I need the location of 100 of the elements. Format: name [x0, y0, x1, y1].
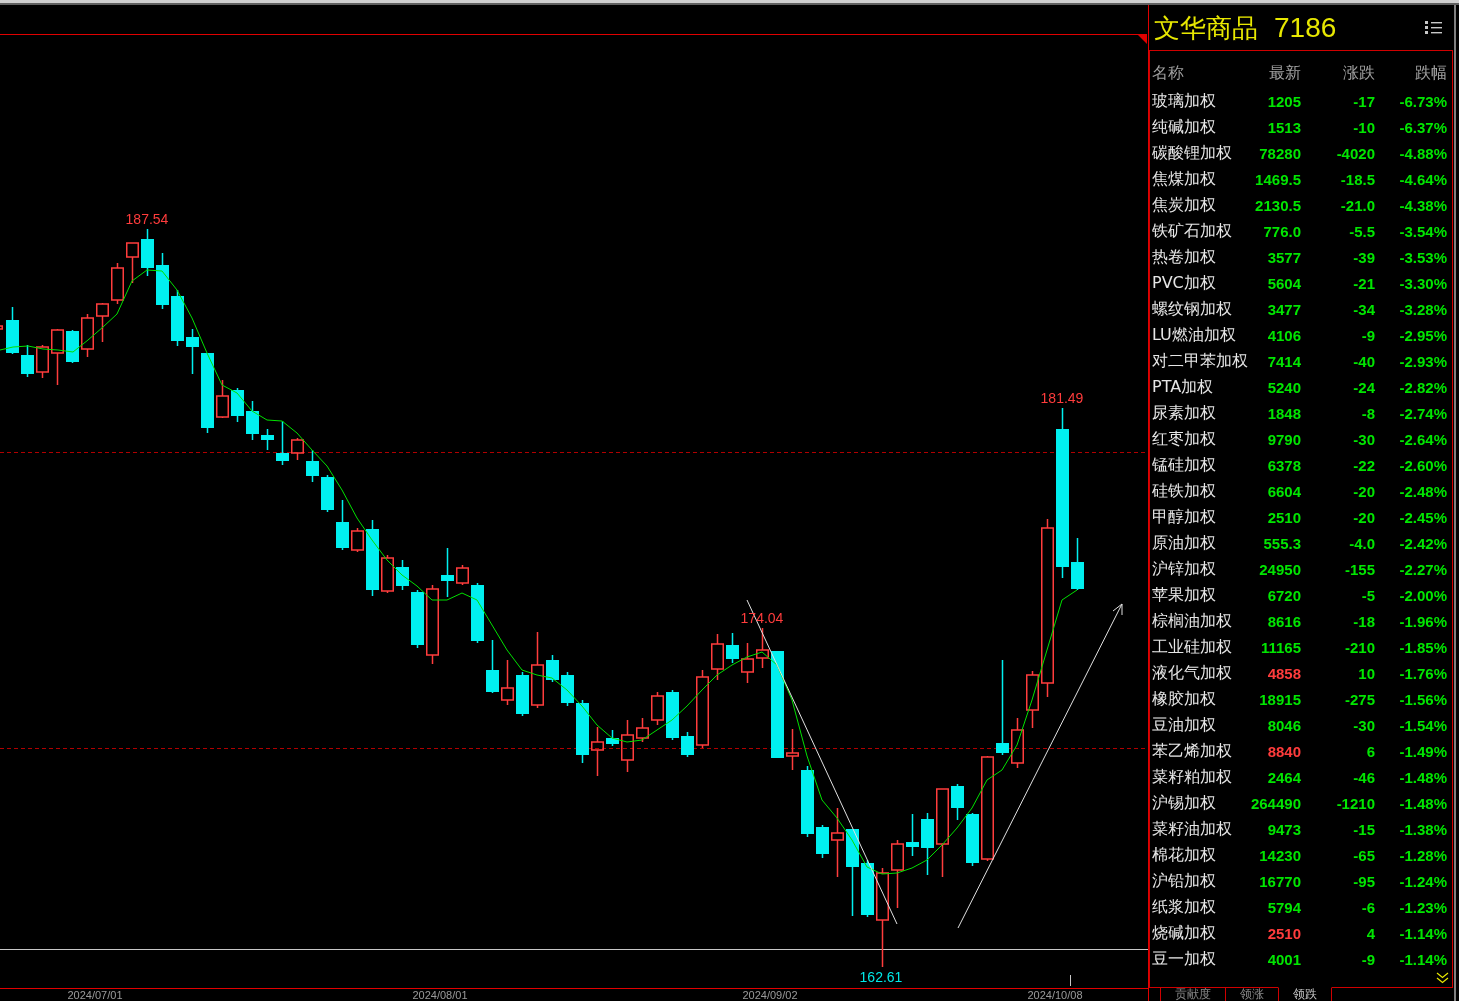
price-cell-text: 2510 [1266, 924, 1301, 942]
name-cell-text: 玻璃加权 [1152, 90, 1217, 112]
percent-cell-text: -3.30% [1398, 274, 1447, 292]
change-cell-text: -21 [1352, 274, 1375, 292]
count-label: 7186 [1274, 12, 1337, 43]
price-cell-text: 555.3 [1262, 534, 1301, 552]
column-header[interactable]: 最新 [1249, 62, 1301, 84]
change-cell-text: -21.0 [1339, 196, 1375, 214]
name-cell-text: 甲醇加权 [1152, 506, 1217, 528]
name-cell-text: 苯乙烯加权 [1152, 740, 1233, 762]
percent-cell-text: -4.88% [1398, 144, 1447, 162]
percent-cell-text: -1.85% [1398, 638, 1447, 656]
name-cell-text: 尿素加权 [1152, 402, 1217, 424]
price-cell-text: 78280 [1258, 144, 1301, 162]
percent-cell-text: -1.24% [1398, 872, 1447, 890]
price-cell-text: 8046 [1266, 716, 1301, 734]
change-cell-text: -17 [1352, 92, 1375, 110]
percent-cell-text: -2.64% [1398, 430, 1447, 448]
percent-cell-text: -1.14% [1398, 924, 1447, 942]
name-cell-text: 菜籽粕加权 [1152, 766, 1233, 788]
percent-cell-text: -1.48% [1398, 768, 1447, 786]
change-cell-text: -34 [1352, 300, 1375, 318]
date-label: 2024/09/02 [741, 989, 799, 1001]
price-cell-text: 5604 [1266, 274, 1301, 292]
name-cell-text: 焦炭加权 [1152, 194, 1217, 216]
name-cell-text: 红枣加权 [1152, 428, 1217, 450]
price-cell-text: 1205 [1266, 92, 1301, 110]
change-cell-text: -20 [1352, 482, 1375, 500]
percent-cell-text: -1.48% [1398, 794, 1447, 812]
name-cell-text: 棉花加权 [1152, 844, 1217, 866]
price-cell-text: 1513 [1266, 118, 1301, 136]
percent-cell-text: -1.96% [1398, 612, 1447, 630]
change-cell-text: -275 [1343, 690, 1375, 708]
name-cell-text: 硅铁加权 [1152, 480, 1217, 502]
percent-cell-text: -2.95% [1398, 326, 1447, 344]
percent-cell-text: -1.49% [1398, 742, 1447, 760]
name-cell-text: 纸浆加权 [1152, 896, 1217, 918]
change-cell-text: -9 [1360, 950, 1375, 968]
change-cell-text: -30 [1352, 716, 1375, 734]
price-cell-text: 3477 [1266, 300, 1301, 318]
price-cell-text: 6720 [1266, 586, 1301, 604]
tab[interactable]: 贡献度 [1160, 987, 1226, 1001]
name-cell-text: PVC加权 [1152, 272, 1217, 294]
column-header[interactable]: 涨跌 [1301, 62, 1375, 84]
price-cell-text: 8616 [1266, 612, 1301, 630]
change-cell-text: -30 [1352, 430, 1375, 448]
percent-cell-text: -4.64% [1398, 170, 1447, 188]
price-cell-text: 2130.5 [1254, 196, 1301, 214]
name-cell-text: LU燃油加权 [1152, 324, 1237, 346]
percent-cell-text: -2.00% [1398, 586, 1447, 604]
percent-cell-text: -2.48% [1398, 482, 1447, 500]
percent-cell-text: -2.27% [1398, 560, 1447, 578]
price-cell-text: 18915 [1258, 690, 1301, 708]
name-cell-text: 碳酸锂加权 [1152, 142, 1233, 164]
price-cell-text: 2464 [1266, 768, 1301, 786]
double-chevron-icon[interactable] [1436, 972, 1449, 984]
name-cell-text: 铁矿石加权 [1152, 220, 1233, 242]
price-cell-text: 6604 [1266, 482, 1301, 500]
name-cell-text: PTA加权 [1152, 376, 1215, 398]
name-cell-text: 菜籽油加权 [1152, 818, 1233, 840]
change-cell-text: -95 [1352, 872, 1375, 890]
name-cell-text: 锰硅加权 [1152, 454, 1217, 476]
change-cell-text: -4020 [1335, 144, 1375, 162]
percent-cell-text: -3.53% [1398, 248, 1447, 266]
change-cell-text: -8 [1360, 404, 1375, 422]
name-cell-text: 橡胶加权 [1152, 688, 1217, 710]
percent-cell-text: -2.45% [1398, 508, 1447, 526]
tab[interactable]: 领涨 [1225, 987, 1279, 1001]
percent-cell-text: -1.38% [1398, 820, 1447, 838]
change-cell-text: -9 [1360, 326, 1375, 344]
change-cell-text: -24 [1352, 378, 1375, 396]
date-label: 2024/08/01 [411, 989, 469, 1001]
change-cell-text: -46 [1352, 768, 1375, 786]
price-cell-text: 9473 [1266, 820, 1301, 838]
percent-cell-text: -2.74% [1398, 404, 1447, 422]
percent-cell-text: -6.37% [1398, 118, 1447, 136]
price-cell: 264490 [1249, 794, 1301, 812]
price-cell-text: 4001 [1266, 950, 1301, 968]
change-cell-text: 6 [1365, 742, 1375, 760]
change-cell-text: -20 [1352, 508, 1375, 526]
price-cell-text: 14230 [1258, 846, 1301, 864]
name-cell-text: 沪锡加权 [1152, 792, 1217, 814]
price-cell-text: 11165 [1259, 638, 1301, 656]
percent-cell-text: -2.82% [1398, 378, 1447, 396]
menu-icon[interactable] [1425, 21, 1442, 34]
column-header[interactable]: 名称 [1152, 62, 1249, 84]
percent-cell-text: -2.93% [1398, 352, 1447, 370]
name-cell-text: 豆一加权 [1152, 948, 1217, 970]
change-cell-text: -5 [1360, 586, 1375, 604]
change-cell-text: -210 [1343, 638, 1375, 656]
tab[interactable]: 领跌 [1278, 987, 1332, 1001]
price-cell-text: 2510 [1266, 508, 1301, 526]
price-cell-text: 24950 [1258, 560, 1301, 578]
panel-title: 文华商品 [1154, 12, 1258, 43]
date-label: 2024/10/08 [1026, 989, 1084, 1001]
percent-cell-text: -2.60% [1398, 456, 1447, 474]
column-header[interactable]: 跌幅 [1375, 62, 1447, 84]
percent-cell-text: -3.28% [1398, 300, 1447, 318]
price-cell-text: 776.0 [1262, 222, 1301, 240]
percent-cell-text: -1.28% [1398, 846, 1447, 864]
